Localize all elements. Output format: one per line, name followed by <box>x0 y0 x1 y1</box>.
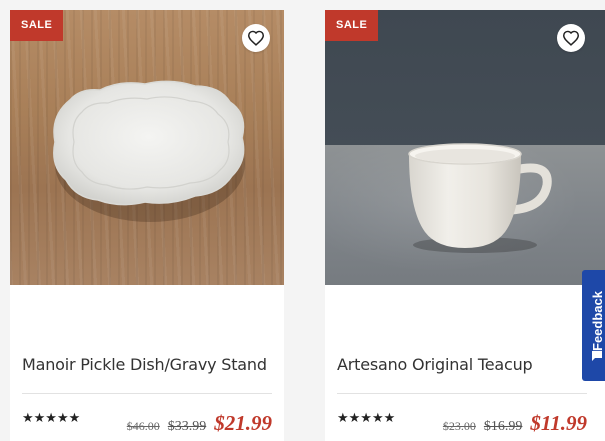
heart-icon <box>562 30 580 46</box>
wishlist-button[interactable] <box>557 24 585 52</box>
original-price: $46.00 <box>126 419 160 433</box>
price-row: $46.00 $33.99 $21.99 <box>127 411 272 436</box>
sale-price: $21.99 <box>214 411 272 435</box>
divider <box>22 393 272 394</box>
product-grid: SALE Manoir Pickle Dish/Gravy Stand ★★★★… <box>0 0 605 441</box>
gravy-dish-photo <box>53 80 245 222</box>
divider <box>337 393 587 394</box>
sale-price: $11.99 <box>530 411 587 435</box>
product-card[interactable]: SALE Artesano Original Teacup ★★★★★ $23.… <box>325 10 605 441</box>
product-title[interactable]: Manoir Pickle Dish/Gravy Stand <box>22 355 267 374</box>
feedback-label: Feedback <box>589 291 605 351</box>
product-image[interactable] <box>10 10 284 285</box>
wishlist-button[interactable] <box>242 24 270 52</box>
original-price: $23.00 <box>442 419 476 433</box>
product-title[interactable]: Artesano Original Teacup <box>337 355 533 374</box>
chat-icon <box>592 351 602 361</box>
previous-price: $16.99 <box>483 419 523 434</box>
sale-badge: SALE <box>325 10 379 41</box>
sale-badge: SALE <box>10 10 64 41</box>
product-image[interactable] <box>325 10 605 285</box>
product-card[interactable]: SALE Manoir Pickle Dish/Gravy Stand ★★★★… <box>10 10 284 441</box>
feedback-tab[interactable]: Feedback <box>582 270 605 381</box>
heart-icon <box>247 30 265 46</box>
teacup-photo <box>408 143 552 253</box>
price-row: $23.00 $16.99 $11.99 <box>443 411 587 436</box>
rating-stars: ★★★★★ <box>337 411 396 426</box>
rating-stars: ★★★★★ <box>22 411 81 426</box>
previous-price: $33.99 <box>167 419 207 434</box>
